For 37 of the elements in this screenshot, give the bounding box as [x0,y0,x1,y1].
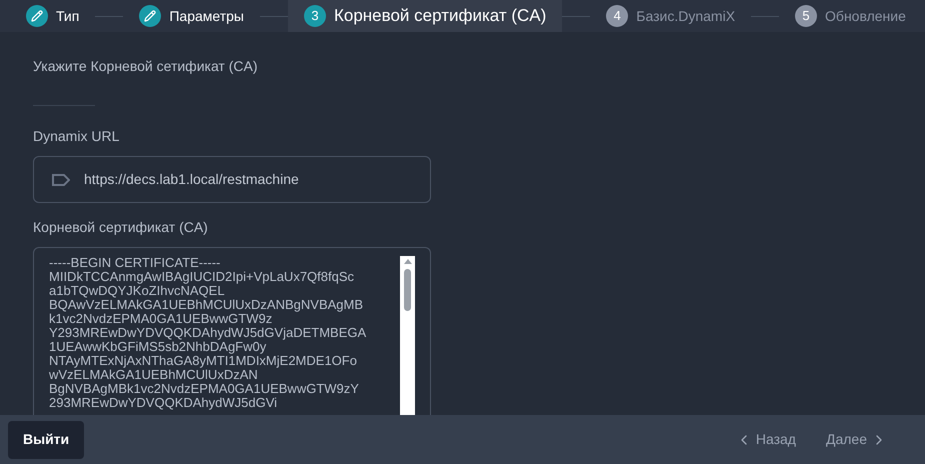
certificate-line: NTAyMTExNjAxNThaGA8yMTI1MDIxMjE2MDE1OFo [49,354,358,368]
scrollbar-thumb[interactable] [404,269,411,311]
section-heading: Укажите Корневой сетификат (CA) [33,57,258,76]
certificate-line: BgNVBAgMBk1vc2NvdzEPMA0GA1UEBwwGTW9zY [49,382,360,396]
certificate-line: 1UEAwwKbGFiMS5sb2NhbDAgFw0y [49,340,266,354]
wizard-step[interactable]: 5 Обновление [779,0,922,32]
step-number: 3 [304,5,326,27]
step-label: Корневой сертификат (CA) [334,5,546,28]
step-label: Базис.DynamiX [636,6,736,26]
wizard-step[interactable]: Тип [10,0,96,32]
step-label: Обновление [825,6,906,26]
step-label: Параметры [169,6,244,26]
scrollbar[interactable] [400,256,415,415]
certificate-line: a1bTQwDQYJKoZIhvcNAQEL [49,284,225,298]
step-label: Тип [56,6,80,26]
pencil-icon [26,5,48,27]
certificate-line: Y293MREwDwYDVQQKDAhydWJ5dGVjaDETMBEGA [49,326,368,340]
field-label: Корневой сертификат (CA) [33,218,209,237]
scroll-up-icon [404,259,412,264]
pencil-icon [139,5,162,27]
exit-button[interactable]: Выйти [8,420,84,458]
back-button[interactable]: Назад [736,429,796,450]
certificate-line: 293MREwDwYDVQQKDAhydWJ5dGVi [49,396,278,410]
wizard-step[interactable]: Параметры [123,0,260,32]
tag-icon [52,174,70,186]
certificate-line: k1vc2NvdzEPMA0GA1UEBwwGTW9z [49,312,272,326]
step-number: 5 [795,5,818,27]
wizard-step[interactable]: 4 Базис.DynamiX [590,0,752,32]
field-label: Dynamix URL [33,127,120,146]
wizard-step[interactable]: 3 Корневой сертификат (CA) [288,0,562,32]
certificate-line: BQAwVzELMAkGA1UEBhMCUlUxDzANBgNVBAgMB [49,298,364,312]
certificate-line: wVzELMAkGA1UEBhMCUlUxDzAN [49,368,258,382]
step-number: 4 [606,5,628,27]
certificate-line: MIIDkTCCAnmgAwIBAgIUCID2Ipi+VpLaUx7Qf8fqSc [49,270,356,284]
url-field[interactable]: https://decs.lab1.local/restmachine [33,156,431,203]
next-button[interactable]: Далее [826,429,887,450]
certificate-line: -----BEGIN CERTIFICATE----- [49,256,222,270]
